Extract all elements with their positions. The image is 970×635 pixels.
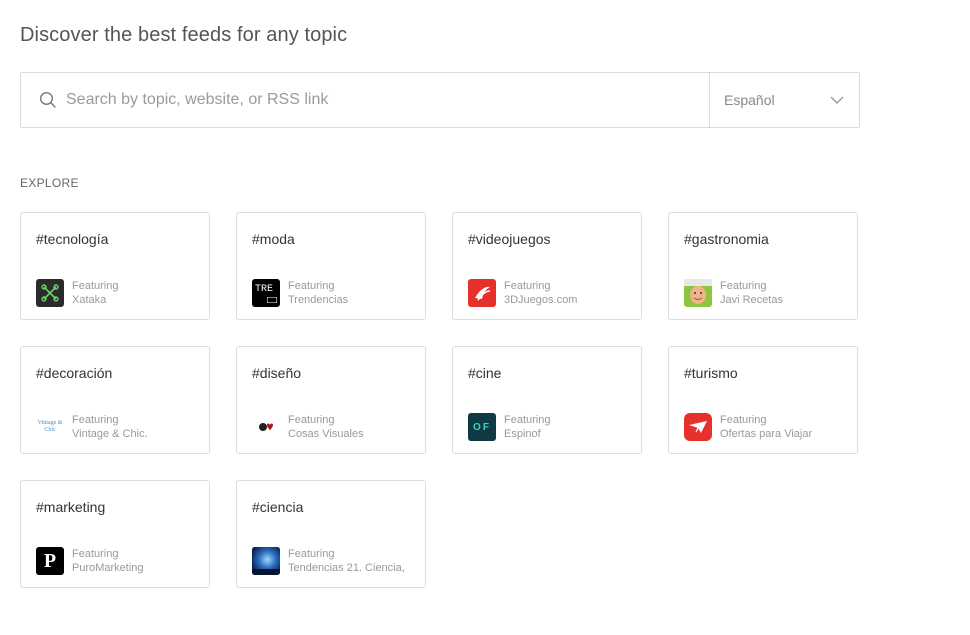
- source-name: Cosas Visuales: [288, 428, 364, 440]
- featuring-label: Featuring: [288, 280, 335, 292]
- language-selected: Español: [724, 92, 775, 108]
- featuring-label: Featuring: [288, 414, 335, 426]
- explore-heading: EXPLORE: [20, 176, 79, 190]
- card-tag: #diseño: [252, 365, 302, 381]
- topic-card-ciencia[interactable]: #ciencia Featuring Tendencias 21. Cienci…: [236, 480, 426, 588]
- source-name: Tendencias 21. Ciencia,: [288, 562, 405, 574]
- source-name: PuroMarketing: [72, 562, 144, 574]
- puromarketing-logo: P: [36, 547, 64, 575]
- source-name: 3DJuegos.com: [504, 294, 578, 306]
- source-name: Trendencias: [288, 294, 349, 306]
- topic-card-marketing[interactable]: #marketing P Featuring PuroMarketing: [20, 480, 210, 588]
- language-select[interactable]: Español: [709, 73, 859, 127]
- topic-card-diseno[interactable]: #diseño Featuring Cosas Visuales: [236, 346, 426, 454]
- topic-card-tecnologia[interactable]: #tecnología Featuring Xataka: [20, 212, 210, 320]
- search-icon: [39, 91, 56, 108]
- vintage-chic-logo: Vintage & Chic: [36, 413, 64, 441]
- featuring-label: Featuring: [72, 414, 119, 426]
- card-tag: #tecnología: [36, 231, 109, 247]
- featuring-label: Featuring: [72, 280, 119, 292]
- featuring-label: Featuring: [504, 414, 551, 426]
- page-title: Discover the best feeds for any topic: [20, 24, 348, 46]
- card-tag: #moda: [252, 231, 295, 247]
- featuring-label: Featuring: [288, 548, 335, 560]
- card-tag: #videojuegos: [468, 231, 551, 247]
- cosas-visuales-logo: [252, 413, 280, 441]
- featuring-label: Featuring: [720, 414, 767, 426]
- featuring-label: Featuring: [72, 548, 119, 560]
- source-name: Javi Recetas: [720, 294, 783, 306]
- topic-card-decoracion[interactable]: #decoración Vintage & Chic Featuring Vin…: [20, 346, 210, 454]
- card-tag: #gastronomia: [684, 231, 769, 247]
- search-input[interactable]: [66, 73, 709, 127]
- ofertas-viajar-logo: [684, 413, 712, 441]
- topic-card-moda[interactable]: #moda TRE Featuring Trendencias: [236, 212, 426, 320]
- topic-card-cine[interactable]: #cine OF Featuring Espinof: [452, 346, 642, 454]
- xataka-logo: [36, 279, 64, 307]
- card-tag: #turismo: [684, 365, 738, 381]
- chevron-down-icon: [830, 96, 844, 104]
- card-tag: #ciencia: [252, 499, 304, 515]
- source-name: Xataka: [72, 294, 107, 306]
- source-name: Ofertas para Viajar: [720, 428, 813, 440]
- topic-card-videojuegos[interactable]: #videojuegos Featuring 3DJuegos.com: [452, 212, 642, 320]
- card-tag: #marketing: [36, 499, 106, 515]
- featuring-label: Featuring: [720, 280, 767, 292]
- topic-card-gastronomia[interactable]: #gastronomia Featuring Javi Recetas: [668, 212, 858, 320]
- topic-card-turismo[interactable]: #turismo Featuring Ofertas para Viajar: [668, 346, 858, 454]
- search-bar: Español: [20, 72, 860, 128]
- 3djuegos-logo: [468, 279, 496, 307]
- source-name: Espinof: [504, 428, 541, 440]
- trendencias-logo: TRE: [252, 279, 280, 307]
- card-tag: #decoración: [36, 365, 113, 381]
- featuring-label: Featuring: [504, 280, 551, 292]
- tendencias21-logo: [252, 547, 280, 575]
- espinof-logo: OF: [468, 413, 496, 441]
- javi-recetas-logo: [684, 279, 712, 307]
- source-name: Vintage & Chic.: [72, 428, 148, 440]
- card-tag: #cine: [468, 365, 502, 381]
